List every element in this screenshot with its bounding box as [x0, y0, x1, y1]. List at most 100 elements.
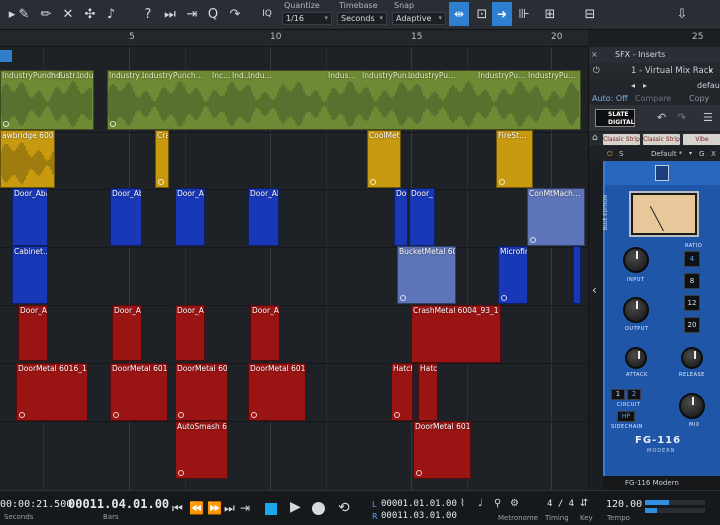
key-icon[interactable]: ⇵: [580, 498, 588, 509]
mixer-icon[interactable]: ⊟: [580, 4, 600, 24]
bend-tool-icon[interactable]: ↷: [225, 4, 245, 24]
chevron-down-icon[interactable]: ▾: [689, 147, 692, 161]
power-icon[interactable]: ⏻: [593, 63, 600, 79]
redo-icon[interactable]: ↷: [677, 111, 686, 124]
settings-icon[interactable]: ⚙: [510, 498, 519, 509]
audio-clip[interactable]: Door_Ab…: [175, 188, 205, 246]
clip-gain-handle[interactable]: [530, 237, 536, 243]
audio-clip[interactable]: Door_Aba…: [12, 188, 48, 246]
stop-button[interactable]: [265, 503, 277, 515]
ratio-20-button[interactable]: 20: [684, 317, 700, 333]
circuit-1-button[interactable]: 1: [611, 389, 625, 400]
audio-clip[interactable]: awbridge 6004_93: [0, 130, 55, 188]
compare-button[interactable]: Compare: [635, 93, 671, 105]
audio-clip[interactable]: DoorMetal 6016…: [110, 363, 168, 421]
clip-gain-handle[interactable]: [251, 412, 257, 418]
chevron-down-icon[interactable]: ▾: [709, 63, 713, 79]
snap-toggle-button[interactable]: ⇹: [449, 2, 469, 26]
clip-gain-handle[interactable]: [501, 295, 507, 301]
eraser-tool-icon[interactable]: ✎: [14, 4, 34, 24]
prev-preset-icon[interactable]: ◂: [631, 80, 635, 92]
preset-name[interactable]: Default *: [651, 147, 682, 161]
next-marker-icon[interactable]: ⇥: [182, 4, 202, 24]
audio-clip[interactable]: DoorMetal 6016…: [413, 421, 471, 479]
audio-clip[interactable]: Door_Ab…: [248, 188, 279, 246]
auto-off-button[interactable]: Auto: Off: [592, 93, 628, 105]
download-icon[interactable]: ⇩: [672, 4, 692, 24]
audio-clip[interactable]: IndustryPunch 6… Industr… Indus…: [0, 70, 94, 130]
audio-clip[interactable]: Microfir…: [498, 246, 528, 304]
precount-icon[interactable]: ⌇: [460, 498, 465, 509]
metronome-icon[interactable]: ⚲: [494, 498, 501, 509]
play-button[interactable]: ▶: [290, 499, 301, 515]
split-tool-icon[interactable]: ✣: [80, 4, 100, 24]
skip-forward-icon[interactable]: ⏭: [160, 4, 180, 24]
tab-vibe[interactable]: Vibe: [683, 134, 720, 145]
quantize-select[interactable]: 1/16 ▾: [282, 12, 332, 25]
power-icon[interactable]: ⏻: [607, 147, 613, 161]
audio-clip[interactable]: Cabinet…: [12, 246, 48, 304]
audio-clip[interactable]: [573, 246, 581, 304]
metronome-toggle-icon[interactable]: ♩: [478, 498, 483, 509]
loop-end-display[interactable]: 00011.03.01.00: [381, 511, 457, 521]
tab-classic-strip-1[interactable]: Classic Strip: [603, 134, 640, 145]
home-icon[interactable]: ⌂: [592, 133, 598, 143]
audio-clip[interactable]: Industry… IndustryPunch… Inc… Ind… Indu……: [107, 70, 581, 130]
zoom-icon[interactable]: Q: [203, 4, 223, 24]
tempo-display[interactable]: 120.00: [606, 499, 642, 510]
audio-clip[interactable]: DoorMetal 6016_16…: [16, 363, 88, 421]
remove-button[interactable]: X: [711, 147, 716, 161]
clip-gain-handle[interactable]: [110, 121, 116, 127]
clip-gain-handle[interactable]: [158, 179, 164, 185]
input-knob[interactable]: [623, 247, 649, 273]
audio-clip[interactable]: ConMtMach…: [527, 188, 585, 246]
clip-gain-handle[interactable]: [178, 470, 184, 476]
skip-end-icon[interactable]: ⇥: [240, 501, 250, 515]
audio-clip[interactable]: FireSt…: [496, 130, 533, 188]
autoscroll-button[interactable]: ➜: [492, 2, 512, 26]
mix-knob[interactable]: [679, 393, 705, 419]
ratio-8-button[interactable]: 8: [684, 273, 700, 289]
clip-gain-handle[interactable]: [3, 121, 9, 127]
next-preset-icon[interactable]: ▸: [643, 80, 647, 92]
tab-classic-strip-2[interactable]: Classic Strip: [643, 134, 680, 145]
attack-knob[interactable]: [625, 347, 647, 369]
clip-gain-handle[interactable]: [499, 179, 505, 185]
time-signature-display[interactable]: 4 / 4: [547, 499, 574, 509]
ratio-12-button[interactable]: 12: [684, 295, 700, 311]
audio-clip[interactable]: Door_Ab…: [250, 305, 280, 361]
audio-clip[interactable]: BucketMetal 601…: [397, 246, 456, 304]
pencil-tool-icon[interactable]: ✏: [36, 4, 56, 24]
clip-gain-handle[interactable]: [178, 412, 184, 418]
loop-icon[interactable]: ⟲: [338, 500, 350, 516]
timeline-ruler[interactable]: 5 10 15 20 25: [0, 30, 703, 47]
clip-gain-handle[interactable]: [394, 412, 400, 418]
mute-tool-icon[interactable]: ✕: [58, 4, 78, 24]
audio-clip[interactable]: Door_: [409, 188, 435, 246]
hp-button[interactable]: HP: [617, 411, 635, 422]
copy-button[interactable]: Copy: [689, 93, 709, 105]
audio-clip[interactable]: Door: [394, 188, 408, 246]
release-knob[interactable]: [681, 347, 703, 369]
loop-start-marker[interactable]: [0, 50, 12, 62]
menu-icon[interactable]: ☰: [703, 111, 713, 124]
clip-gain-handle[interactable]: [400, 295, 406, 301]
audio-clip[interactable]: Door_Ab…: [18, 305, 48, 361]
audio-clip[interactable]: Cra…: [155, 130, 169, 188]
clip-gain-handle[interactable]: [19, 412, 25, 418]
audio-clip[interactable]: CrashMetal 6004_93_1: [411, 305, 501, 363]
undo-icon[interactable]: ↶: [657, 111, 666, 124]
rack-select[interactable]: 1 - Virtual Mix Rack: [631, 63, 713, 79]
audio-clip[interactable]: CoolMetal: [367, 130, 401, 188]
audio-clip[interactable]: Hatch…: [391, 363, 413, 421]
arrange-view[interactable]: IndustryPunch 6… Industr… Indus… Industr…: [0, 47, 588, 490]
help-icon[interactable]: ?: [138, 4, 158, 24]
clip-gain-handle[interactable]: [113, 412, 119, 418]
ratio-4-button[interactable]: 4: [684, 251, 700, 267]
speaker-tool-icon[interactable]: ♪: [101, 4, 121, 24]
clip-gain-handle[interactable]: [416, 470, 422, 476]
fast-forward-icon[interactable]: ⏩: [207, 501, 222, 515]
record-button[interactable]: [312, 502, 325, 515]
solo-button[interactable]: S: [619, 147, 623, 161]
audio-clip[interactable]: Door_Ab…: [175, 305, 205, 361]
